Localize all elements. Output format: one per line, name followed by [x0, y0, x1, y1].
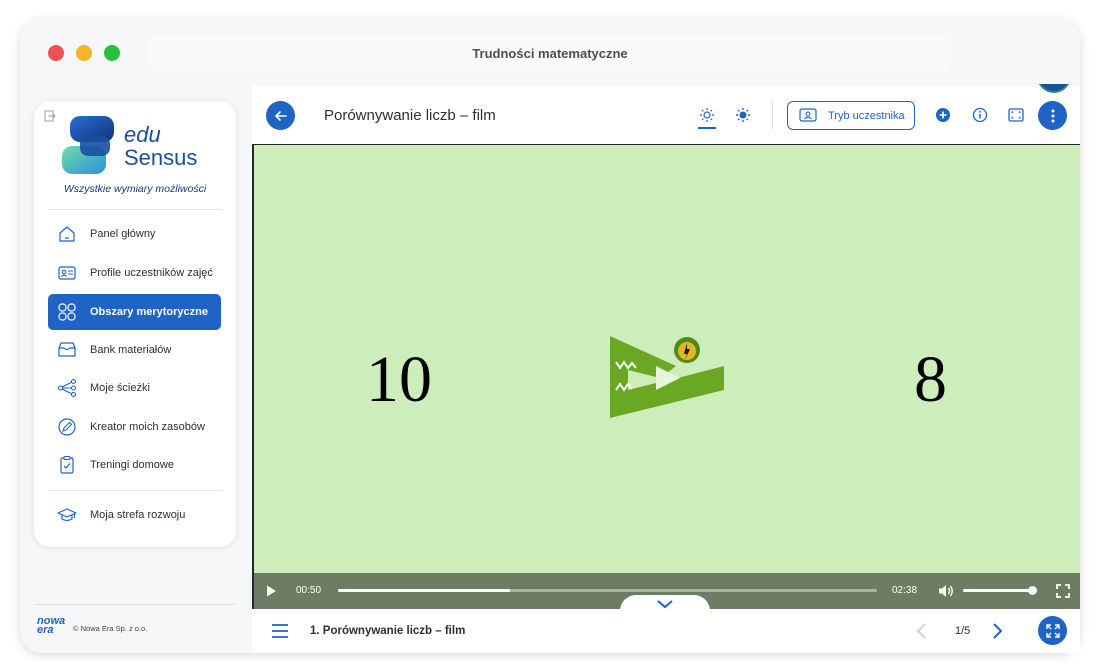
clipboard-check-icon [60, 455, 74, 474]
sidebar-item-panel-glowny[interactable]: Panel główny [48, 216, 221, 252]
footer-divider [34, 604, 236, 605]
student-mode-button[interactable]: Tryb uczestnika [787, 101, 915, 130]
play-icon[interactable] [263, 583, 279, 599]
grid-icon [58, 303, 76, 321]
light-mode-button[interactable] [696, 104, 718, 126]
share-paths-icon [57, 378, 77, 398]
home-icon [59, 226, 75, 242]
volume-handle[interactable] [1027, 586, 1037, 595]
volume-slider[interactable] [963, 586, 1037, 595]
sidebar-item-label: Obszary merytoryczne [90, 305, 208, 318]
sidebar-item-label: Panel główny [90, 227, 156, 240]
chevron-down-icon [657, 600, 673, 609]
sidebar-item-strefa-rozwoju[interactable]: Moja strefa rozwoju [48, 497, 221, 533]
exit-icon[interactable] [44, 110, 56, 122]
nowa-era-logo: nowa era [37, 616, 65, 636]
current-time: 00:50 [296, 585, 322, 596]
kebab-menu-icon [1051, 109, 1054, 122]
sidebar-divider [48, 490, 222, 491]
sidebar-item-label: Moja strefa rozwoju [90, 508, 186, 521]
header-divider [772, 100, 773, 130]
window-title: Trudności matematyczne [472, 45, 628, 61]
crocodile-mouth-icon [610, 336, 724, 418]
copyright-text: © Nowa Era Sp. z o.o. [73, 624, 148, 633]
graduation-cap-icon [57, 508, 77, 522]
sidebar-item-bank-materialow[interactable]: Bank materiałów [48, 332, 221, 368]
edusensus-logo-icon [62, 116, 114, 174]
duration-time: 02:38 [892, 585, 918, 596]
chevron-left-icon[interactable] [913, 621, 931, 641]
expand-button[interactable] [1038, 616, 1067, 645]
id-card-icon [58, 266, 76, 280]
archive-icon [58, 342, 76, 357]
more-options-button[interactable] [1038, 101, 1067, 130]
sidebar-item-label: Profile uczestników zajęć [90, 266, 213, 279]
info-icon [972, 107, 988, 123]
student-screen-icon [799, 108, 817, 122]
window-title-bar: Trudności matematyczne [148, 34, 952, 72]
expand-arrows-icon [1045, 623, 1060, 638]
page-title: Porównywanie liczb – film [324, 107, 496, 124]
frame-corners-icon [1008, 108, 1024, 122]
close-window-dot[interactable] [48, 45, 64, 61]
page-counter: 1/5 [955, 625, 971, 637]
chevron-right-icon[interactable] [988, 621, 1006, 641]
sidebar-item-label: Moje ścieżki [90, 381, 150, 394]
maximize-window-dot[interactable] [104, 45, 120, 61]
volume-icon[interactable] [937, 583, 955, 599]
pencil-circle-icon [58, 418, 76, 436]
video-left-number: 10 [366, 343, 432, 416]
sidebar-item-kreator-zasobow[interactable]: Kreator moich zasobów [48, 409, 221, 445]
volume-fill [963, 589, 1032, 592]
video-progress-slider[interactable] [338, 589, 877, 592]
active-mode-indicator [698, 127, 716, 129]
sidebar-divider [48, 209, 222, 210]
logo-sensus-text: Sensus [124, 145, 198, 170]
sidebar-item-obszary-merytoryczne[interactable]: Obszary merytoryczne [48, 294, 221, 330]
sidebar-item-label: Kreator moich zasobów [90, 420, 205, 433]
add-button[interactable] [932, 104, 954, 126]
nowa-era-logo-line2: era [37, 624, 54, 636]
minimize-window-dot[interactable] [76, 45, 92, 61]
dark-mode-button[interactable] [732, 104, 754, 126]
info-button[interactable] [969, 104, 991, 126]
hamburger-menu-icon[interactable] [270, 622, 290, 640]
sun-filled-icon [736, 108, 750, 122]
sidebar-item-label: Bank materiałów [90, 343, 172, 356]
sidebar-item-moje-sciezki[interactable]: Moje ścieżki [48, 370, 221, 406]
student-mode-label: Tryb uczestnika [828, 109, 905, 122]
arrow-left-icon [274, 110, 287, 121]
avatar[interactable] [1036, 84, 1072, 94]
sun-outline-icon [700, 108, 714, 122]
plus-circle-icon [936, 108, 950, 122]
fullscreen-icon[interactable] [1056, 584, 1070, 598]
video-progress-fill [338, 589, 511, 592]
focus-mode-button[interactable] [1005, 104, 1027, 126]
logo-tagline: Wszystkie wymiary możliwości [63, 183, 207, 195]
back-button[interactable] [266, 101, 295, 130]
sidebar-item-treningi-domowe[interactable]: Treningi domowe [48, 447, 221, 483]
sidebar-item-label: Treningi domowe [90, 458, 174, 471]
lesson-title: 1. Porównywanie liczb – film [310, 625, 466, 637]
video-right-number: 8 [914, 343, 947, 416]
sidebar-item-profile-uczestnikow[interactable]: Profile uczestników zajęć [48, 255, 221, 291]
